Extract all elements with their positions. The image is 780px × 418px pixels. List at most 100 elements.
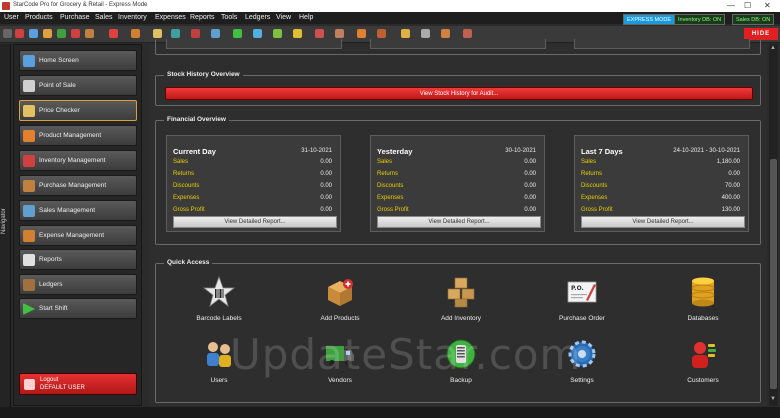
database-icon [691,277,715,307]
toolbar-note-icon[interactable] [401,29,410,38]
expenses-label: Expenses [173,195,200,201]
navigator-strip[interactable]: Navigator [0,44,11,418]
nav-price-checker[interactable]: Price Checker [19,100,137,121]
toolbar-vendor-icon[interactable] [191,29,200,38]
toolbar-database-icon[interactable] [293,29,302,38]
toolbar-customer-icon[interactable] [171,29,180,38]
watermark: UpdateStar.com [230,330,582,379]
navigator-panel: Home Screen Point of Sale Price Checker … [13,44,142,406]
add-box-icon [328,279,353,306]
menu-expenses[interactable]: Expenses [155,14,186,21]
customers-icon [692,342,716,368]
toolbar-chart-icon[interactable] [233,29,242,38]
sales-icon [23,205,35,217]
menu-products[interactable]: Products [25,14,53,21]
nav-point-of-sale[interactable]: Point of Sale [19,75,137,96]
window-title: StarCode Pro for Grocery & Retail - Expr… [13,2,148,8]
expenses-value: 0.00 [524,195,536,201]
view-stock-history-button[interactable]: View Stock History for Audit... [165,87,753,100]
expenses-value: 0.00 [320,195,332,201]
toolbar-pos-icon[interactable] [109,29,118,38]
toolbar-exit-icon[interactable] [463,29,472,38]
card-date: 30-10-2021 [505,148,536,154]
card-heading: Current Day [173,147,216,156]
maximize-button[interactable]: ☐ [744,1,751,10]
toolbar-lock-icon[interactable] [441,29,450,38]
menu-purchase[interactable]: Purchase [60,14,90,21]
add-products-button[interactable]: Add Products [300,276,380,328]
toolbar-logout-icon[interactable] [15,29,24,38]
menu-help[interactable]: Help [299,14,313,21]
toolbar-inventory-icon[interactable] [71,29,80,38]
discounts-value: 0.00 [524,183,536,189]
sales-value: 1,180.00 [716,159,740,165]
toolbar-sales-icon[interactable] [57,29,66,38]
toolbar-transfer-icon[interactable] [377,29,386,38]
menu-inventory[interactable]: Inventory [118,14,147,21]
toolbar-globe-icon[interactable] [253,29,262,38]
nav-expense-management[interactable]: Expense Management [19,225,137,246]
view-detailed-report-button[interactable]: View Detailed Report... [581,216,745,228]
nav-ledgers[interactable]: Ledgers [19,274,137,295]
inventory-db-badge: Inventory DB: ON [674,14,726,25]
databases-button[interactable]: Databases [663,276,743,328]
nav-inventory-management[interactable]: Inventory Management [19,150,137,171]
purchase-order-button[interactable]: P.O. Purchase Order [542,276,622,328]
vertical-scrollbar[interactable]: ▲ ▼ [769,44,778,406]
card-partial [370,39,546,49]
menu-ledgers[interactable]: Ledgers [245,14,270,21]
toolbar-ledger-icon[interactable] [335,29,344,38]
sales-label: Sales [173,159,189,165]
toolbar-report-icon[interactable] [315,29,324,38]
box-icon [23,130,35,142]
discounts-value: 70.00 [724,183,740,189]
logout-icon [24,379,35,390]
close-button[interactable]: ✕ [764,1,771,10]
toolbar-tag-icon[interactable] [153,29,162,38]
menu-reports[interactable]: Reports [190,14,215,21]
toolbar-stock-icon[interactable] [211,29,220,38]
card-date: 31-10-2021 [301,148,332,154]
discounts-label: Discounts [581,183,608,189]
last-7-days-card: Last 7 Days 24-10-2021 - 30-10-2021 Sale… [574,135,749,232]
title-bar: StarCode Pro for Grocery & Retail - Expr… [0,0,780,12]
nav-home-screen[interactable]: Home Screen [19,50,137,71]
toolbar-home-icon[interactable] [29,29,38,38]
nav-start-shift[interactable]: Start Shift [19,298,137,319]
view-detailed-report-button[interactable]: View Detailed Report... [173,216,337,228]
view-detailed-report-button[interactable]: View Detailed Report... [377,216,541,228]
nav-product-management[interactable]: Product Management [19,125,137,146]
toolbar-refresh-icon[interactable] [273,29,282,38]
gross-profit-value: 0.00 [524,207,536,213]
minimize-button[interactable]: — [727,1,735,10]
menu-tools[interactable]: Tools [221,14,237,21]
gross-profit-label: Gross Profit [377,207,409,213]
logout-button[interactable]: Logout DEFAULT USER [19,373,137,395]
play-icon [23,303,35,315]
customers-button[interactable]: Customers [663,338,743,390]
toolbar-purchase-icon[interactable] [85,29,94,38]
scroll-thumb[interactable] [770,159,777,389]
menu-sales[interactable]: Sales [95,14,113,21]
stock-history-title: Stock History Overview [164,71,243,78]
card-partial [166,39,342,49]
nav-purchase-management[interactable]: Purchase Management [19,175,137,196]
barcode-labels-button[interactable]: Barcode Labels [179,276,259,328]
sales-label: Sales [377,159,393,165]
nav-sales-management[interactable]: Sales Management [19,200,137,221]
nav-reports[interactable]: Reports [19,249,137,270]
returns-value: 0.00 [524,171,536,177]
toolbar-expense-icon[interactable] [357,29,366,38]
menu-user[interactable]: User [4,14,19,21]
returns-label: Returns [377,171,399,177]
toolbar-calculator-icon[interactable] [421,29,430,38]
add-inventory-button[interactable]: Add Inventory [421,276,501,328]
app-logo-icon [2,2,10,10]
scroll-down-icon[interactable]: ▼ [770,396,776,402]
scroll-up-icon[interactable]: ▲ [770,45,776,51]
toolbar-box-icon[interactable] [131,29,140,38]
gross-profit-label: Gross Profit [581,207,613,213]
menu-view[interactable]: View [276,14,291,21]
discounts-value: 0.00 [320,183,332,189]
toolbar-product-icon[interactable] [43,29,52,38]
